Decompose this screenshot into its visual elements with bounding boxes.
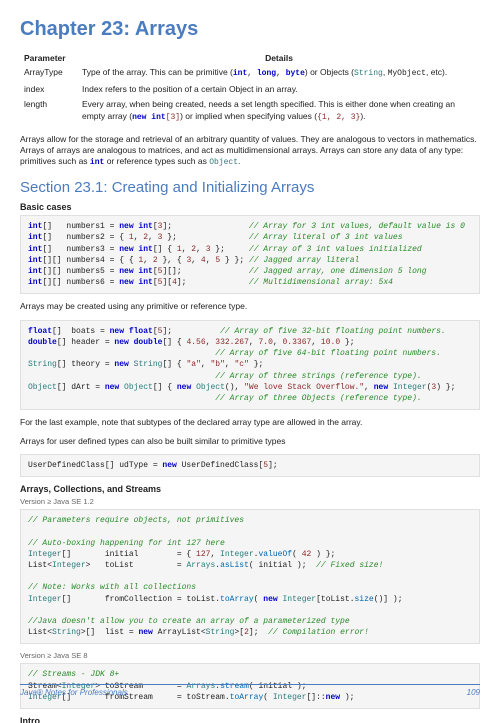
code-block-3: UserDefinedClass[] udType = new UserDefi…: [20, 454, 480, 477]
cell: Type of the array. This can be primitive…: [78, 65, 480, 82]
param-table: ParameterDetails ArrayTypeType of the ar…: [20, 51, 480, 126]
th-details: Details: [78, 51, 480, 65]
footer: Java® Notes for Professionals 109: [20, 684, 480, 697]
code-block-1: int[] numbers1 = new int[3]; // Array fo…: [20, 215, 480, 294]
version-note: Version ≥ Java SE 1.2: [20, 497, 480, 506]
para: For the last example, note that subtypes…: [20, 417, 480, 428]
cell: Every array, when being created, needs a…: [78, 97, 480, 125]
cell: index: [20, 82, 78, 97]
version-note: Version ≥ Java SE 8: [20, 651, 480, 660]
chapter-title: Chapter 23: Arrays: [20, 18, 480, 41]
intro-heading: Intro: [20, 716, 480, 723]
th-param: Parameter: [20, 51, 78, 65]
footer-title: Java® Notes for Professionals: [20, 688, 128, 697]
para: Arrays for user defined types can also b…: [20, 436, 480, 447]
code-block-2: float[] boats = new float[5]; // Array o…: [20, 320, 480, 410]
cell: ArrayType: [20, 65, 78, 82]
para: Arrays may be created using any primitiv…: [20, 301, 480, 312]
basic-cases-heading: Basic cases: [20, 202, 480, 212]
code-block-4: // Parameters require objects, not primi…: [20, 509, 480, 644]
intro-para: Arrays allow for the storage and retriev…: [20, 134, 480, 170]
cell: length: [20, 97, 78, 125]
section-title: Section 23.1: Creating and Initializing …: [20, 179, 480, 196]
acs-heading: Arrays, Collections, and Streams: [20, 484, 480, 494]
cell: Index refers to the position of a certai…: [78, 82, 480, 97]
page-number: 109: [467, 688, 480, 697]
